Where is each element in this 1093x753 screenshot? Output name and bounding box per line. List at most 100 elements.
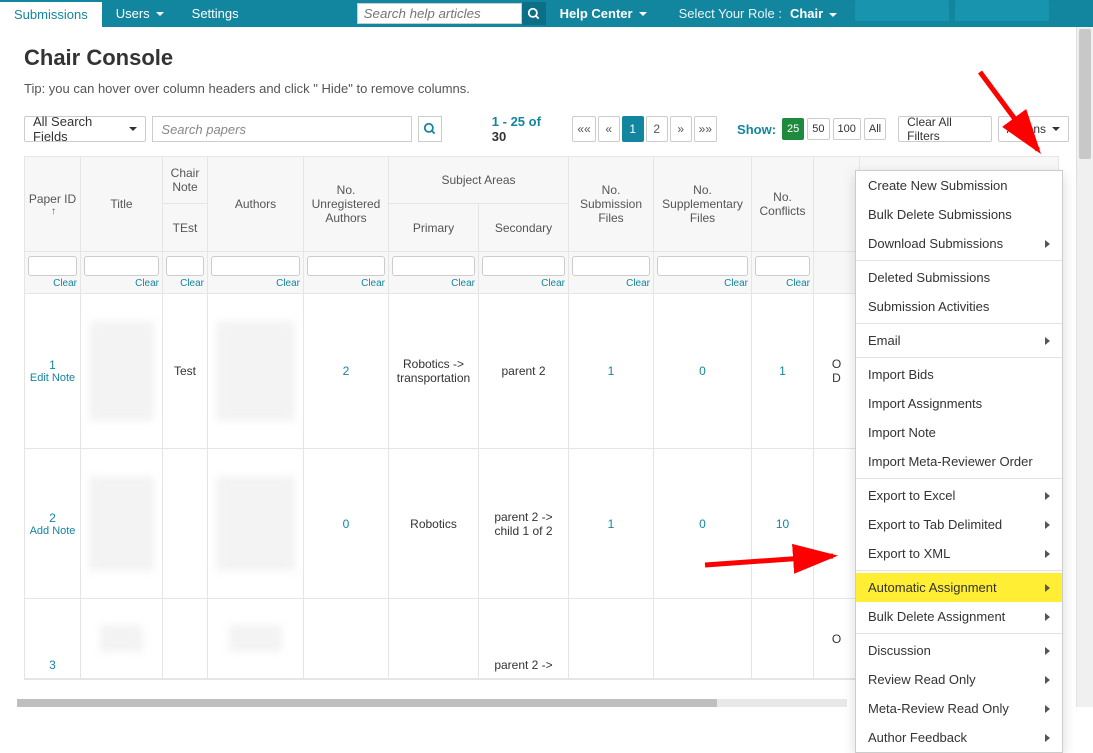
actions-menu-item[interactable]: Bulk Delete Submissions (856, 200, 1062, 229)
col-chair-note[interactable]: Chair Note (163, 157, 208, 204)
col-conflicts[interactable]: No. Conflicts (752, 157, 814, 252)
col-subject-areas[interactable]: Subject Areas (389, 157, 569, 204)
clear-filter[interactable]: Clear (361, 278, 385, 289)
search-field-select[interactable]: All Search Fields (24, 116, 146, 142)
filter-nsup[interactable] (657, 256, 748, 276)
actions-menu-item[interactable]: Automatic Assignment (856, 573, 1062, 602)
col-secondary[interactable]: Secondary (479, 204, 569, 252)
nav-tab-settings[interactable]: Settings (178, 0, 253, 27)
nsup-cell[interactable]: 0 (654, 294, 752, 449)
nav-tab-users[interactable]: Users (102, 0, 178, 27)
nav-slot-1[interactable] (855, 0, 949, 21)
submenu-caret-icon (1045, 492, 1050, 500)
nav-tab-submissions[interactable]: Submissions (0, 0, 102, 27)
filter-unreg[interactable] (307, 256, 385, 276)
filter-cnote[interactable] (166, 256, 204, 276)
filter-secondary[interactable] (482, 256, 565, 276)
help-center-menu[interactable]: Help Center (546, 0, 661, 27)
clear-filter[interactable]: Clear (786, 278, 810, 289)
edit-note-link[interactable]: Edit Note (30, 372, 75, 384)
nsf-cell[interactable]: 1 (569, 449, 654, 599)
actions-menu-item[interactable]: Bulk Delete Assignment (856, 602, 1062, 631)
show-50[interactable]: 50 (807, 118, 829, 140)
paper-search-input[interactable]: Search papers (152, 116, 411, 142)
actions-menu-item[interactable]: Deleted Submissions (856, 263, 1062, 292)
conf-cell[interactable]: 10 (752, 449, 814, 599)
actions-menu-item[interactable]: Author Feedback (856, 723, 1062, 752)
top-nav: Submissions Users Settings Help Center S… (0, 0, 1093, 27)
annotation-arrow-to-item (705, 543, 845, 576)
horizontal-scrollbar[interactable] (17, 699, 847, 707)
vertical-scrollbar[interactable] (1076, 27, 1093, 707)
actions-menu-item[interactable]: Discussion (856, 636, 1062, 665)
help-search-button[interactable] (522, 2, 546, 25)
page-prev[interactable]: « (598, 116, 620, 142)
nsf-cell[interactable]: 1 (569, 294, 654, 449)
col-primary[interactable]: Primary (389, 204, 479, 252)
nsup-cell[interactable]: 0 (654, 449, 752, 599)
role-select[interactable]: Chair (790, 6, 837, 21)
search-icon (527, 7, 541, 21)
actions-menu-item[interactable]: Create New Submission (856, 171, 1062, 200)
actions-menu-item[interactable]: Import Bids (856, 360, 1062, 389)
conf-cell[interactable]: 1 (752, 294, 814, 449)
add-note-link[interactable]: Add Note (30, 525, 76, 537)
clear-filter[interactable]: Clear (135, 278, 159, 289)
actions-menu-item[interactable]: Download Submissions (856, 229, 1062, 258)
filter-title[interactable] (84, 256, 159, 276)
actions-menu-item[interactable]: Export to XML (856, 539, 1062, 568)
actions-menu-item[interactable]: Export to Excel (856, 481, 1062, 510)
actions-menu-item[interactable]: Import Note (856, 418, 1062, 447)
clear-filter[interactable]: Clear (180, 278, 204, 289)
page-last[interactable]: »» (694, 116, 717, 142)
paper-id-link[interactable]: 1 (49, 358, 56, 372)
actions-menu-item[interactable]: Submission Activities (856, 292, 1062, 321)
extra-cell: O (814, 599, 860, 679)
submenu-caret-icon (1045, 676, 1050, 684)
actions-menu-item[interactable]: Email (856, 326, 1062, 355)
col-supplementary-files[interactable]: No. Supplementary Files (654, 157, 752, 252)
submenu-caret-icon (1045, 240, 1050, 248)
filter-paper-id[interactable] (28, 256, 77, 276)
col-authors[interactable]: Authors (208, 157, 304, 252)
actions-menu-item[interactable]: Export to Tab Delimited (856, 510, 1062, 539)
caret-icon (129, 127, 137, 131)
clear-filter[interactable]: Clear (724, 278, 748, 289)
page-2[interactable]: 2 (646, 116, 668, 142)
actions-menu-item[interactable]: Meta-Review Read Only (856, 694, 1062, 723)
col-test[interactable]: TEst (163, 204, 208, 252)
clear-filter[interactable]: Clear (626, 278, 650, 289)
clear-filter[interactable]: Clear (451, 278, 475, 289)
title-blurred (89, 476, 155, 572)
unreg-cell[interactable]: 2 (304, 294, 389, 449)
unreg-cell[interactable]: 0 (304, 449, 389, 599)
paper-id-link[interactable]: 3 (49, 658, 56, 672)
col-submission-files[interactable]: No. Submission Files (569, 157, 654, 252)
page-1[interactable]: 1 (622, 116, 644, 142)
show-100[interactable]: 100 (833, 118, 861, 140)
filter-nsf[interactable] (572, 256, 650, 276)
col-title[interactable]: Title (81, 157, 163, 252)
clear-filter[interactable]: Clear (541, 278, 565, 289)
col-extra[interactable] (814, 157, 860, 252)
filter-primary[interactable] (392, 256, 475, 276)
page-first[interactable]: «« (572, 116, 595, 142)
show-25[interactable]: 25 (782, 118, 804, 140)
filter-conf[interactable] (755, 256, 810, 276)
caret-icon (156, 12, 164, 16)
paper-search-button[interactable] (418, 116, 442, 142)
col-unreg-authors[interactable]: No. Unregistered Authors (304, 157, 389, 252)
nav-slot-2[interactable] (955, 0, 1049, 21)
actions-menu-item[interactable]: Review Read Only (856, 665, 1062, 694)
actions-menu-item[interactable]: Import Assignments (856, 389, 1062, 418)
help-search-input[interactable] (357, 3, 522, 24)
clear-filter[interactable]: Clear (276, 278, 300, 289)
show-all[interactable]: All (864, 118, 886, 140)
page-next[interactable]: » (670, 116, 692, 142)
actions-menu-item[interactable]: Import Meta-Reviewer Order (856, 447, 1062, 476)
paper-id-link[interactable]: 2 (49, 511, 56, 525)
clear-filter[interactable]: Clear (53, 278, 77, 289)
col-paper-id[interactable]: Paper ID↑ (25, 157, 81, 252)
filter-authors[interactable] (211, 256, 300, 276)
result-range: 1 - 25 of 30 (492, 114, 555, 144)
